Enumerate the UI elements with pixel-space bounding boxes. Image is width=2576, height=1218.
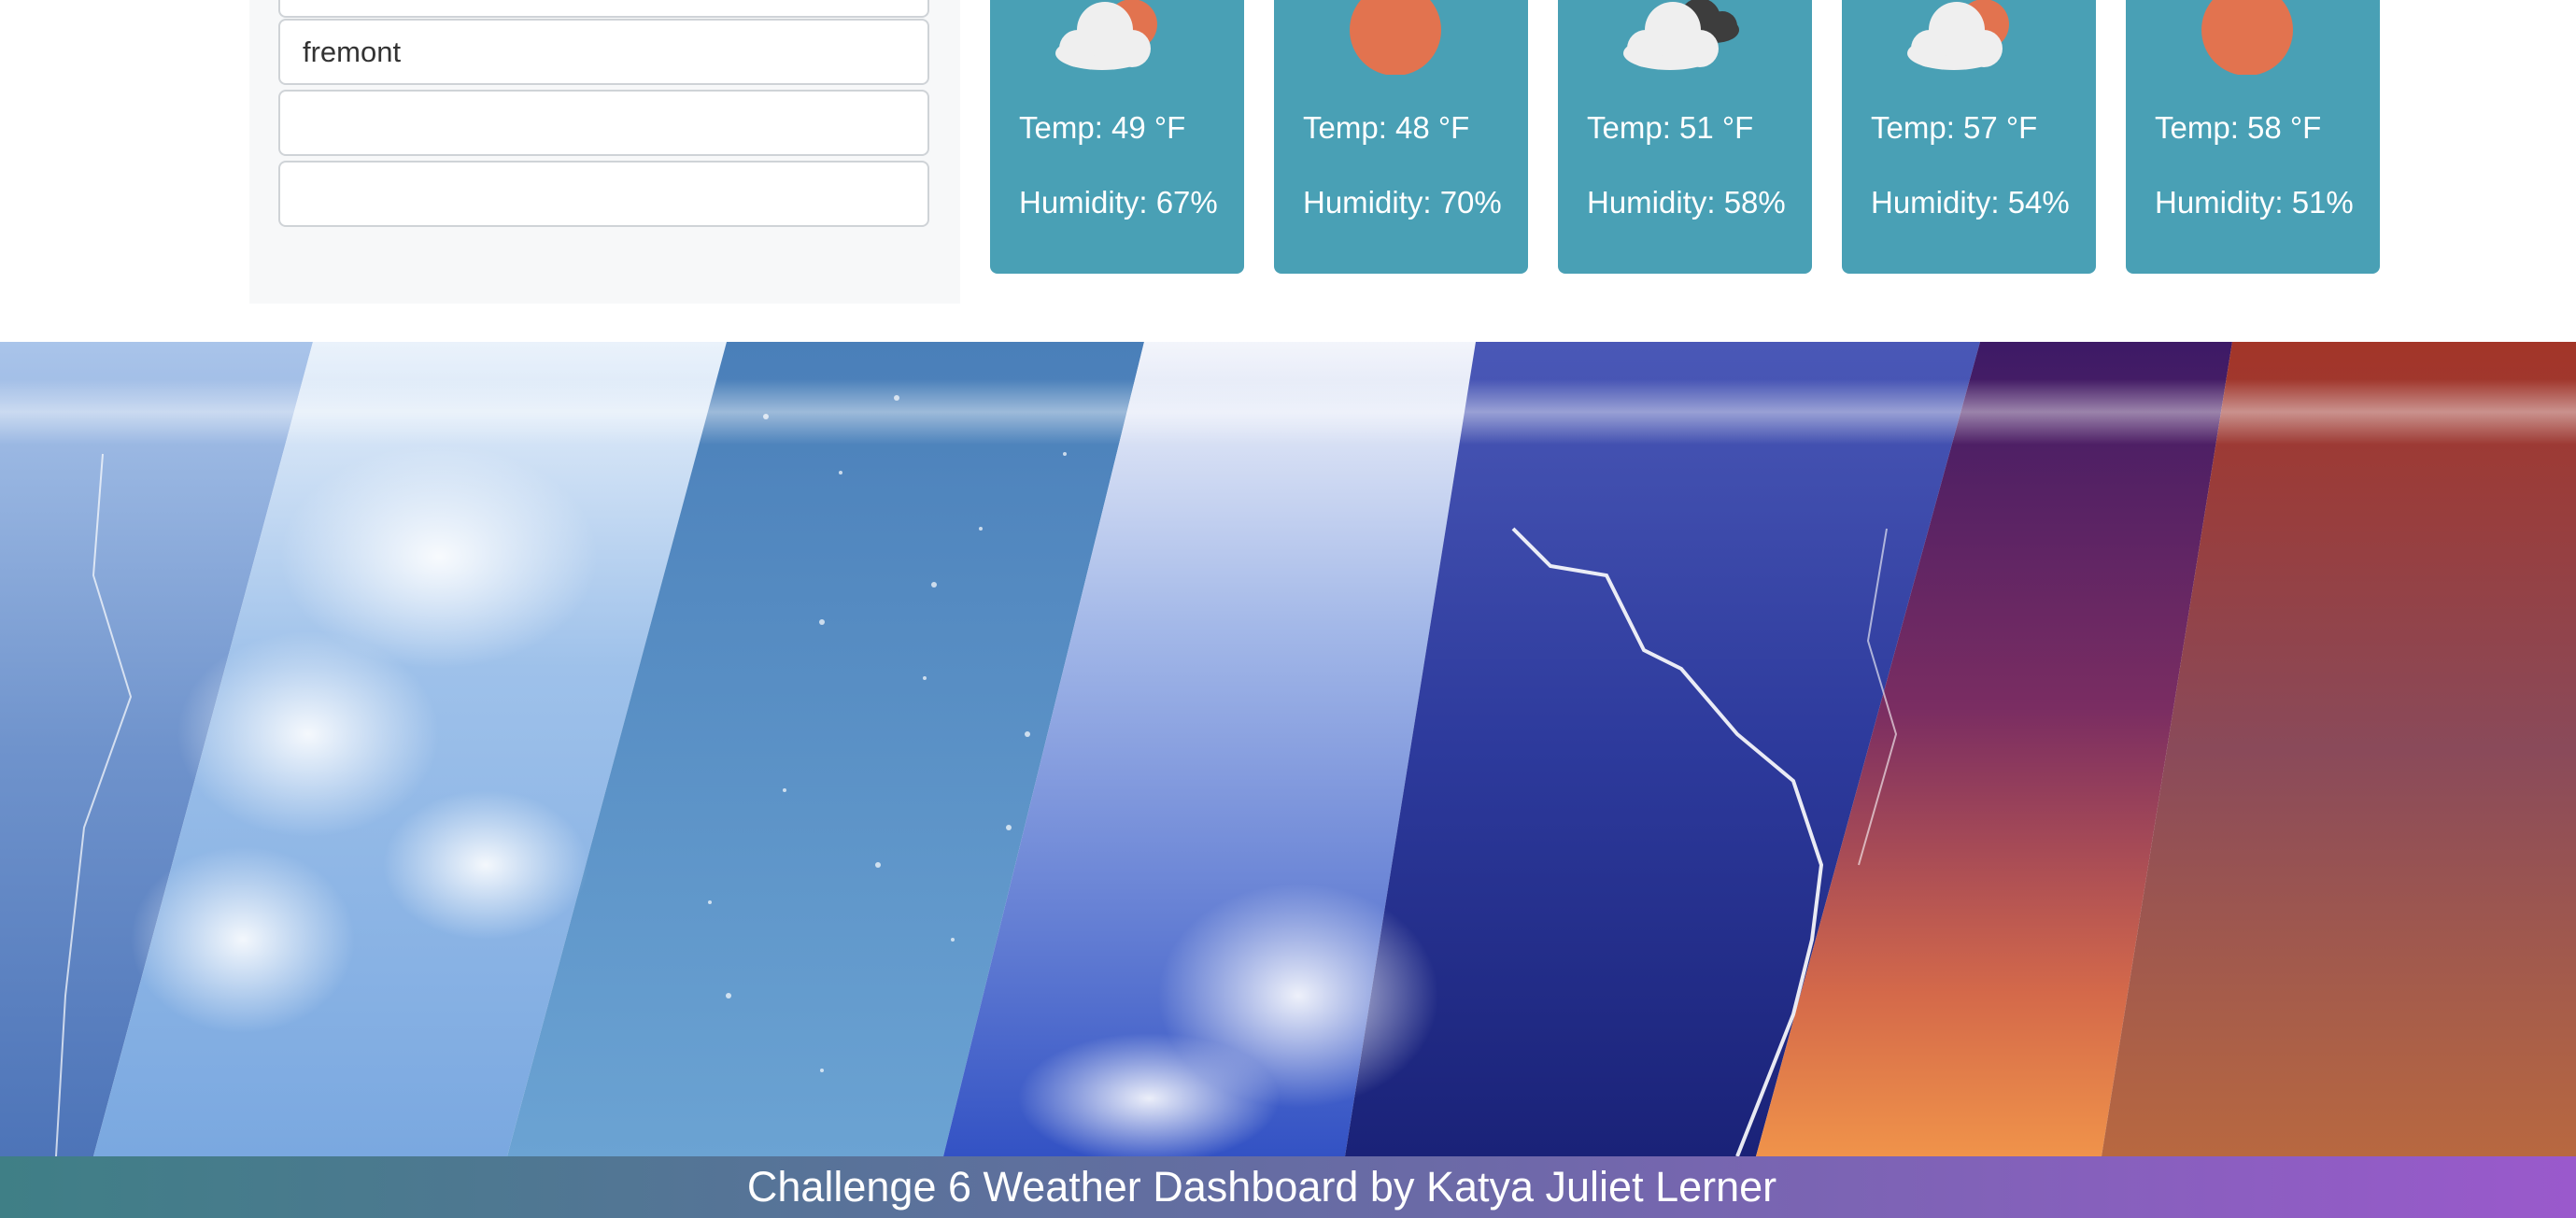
forecast-card-day-4: Temp: 57 °F Humidity: 54% — [1842, 0, 2096, 274]
forecast-humidity: Humidity: 51% — [2155, 185, 2354, 220]
weather-collage-image — [0, 342, 2576, 1156]
partly-cloudy-icon — [1055, 0, 1157, 70]
forecast-temp: Temp: 48 °F — [1303, 110, 1470, 145]
forecast-temp: Temp: 57 °F — [1871, 110, 2038, 145]
sun-icon — [1350, 0, 1441, 75]
forecast-card-day-5: Temp: 58 °F Humidity: 51% — [2126, 0, 2380, 274]
forecast-temp: Temp: 49 °F — [1019, 110, 1186, 145]
history-entry-1[interactable] — [278, 0, 929, 18]
forecast-card-day-3: Temp: 51 °F Humidity: 58% — [1558, 0, 1812, 274]
footer: Challenge 6 Weather Dashboard by Katya J… — [0, 1156, 2576, 1218]
forecast-temp: Temp: 51 °F — [1587, 110, 1754, 145]
history-entry-2[interactable] — [278, 19, 929, 85]
history-entry-3[interactable] — [278, 90, 929, 156]
forecast-humidity: Humidity: 58% — [1587, 185, 1786, 220]
top-area: Temp: 49 °F Humidity: 67% Temp: 48 °F Hu… — [0, 0, 2576, 342]
weather-collage-banner — [0, 342, 2576, 1156]
forecast-humidity: Humidity: 67% — [1019, 185, 1218, 220]
forecast-humidity: Humidity: 54% — [1871, 185, 2070, 220]
forecast-temp: Temp: 58 °F — [2155, 110, 2322, 145]
forecast-card-day-1: Temp: 49 °F Humidity: 67% — [990, 0, 1244, 274]
cloudy-icon — [1623, 0, 1739, 70]
history-entry-4[interactable] — [278, 161, 929, 227]
partly-cloudy-icon — [1907, 0, 2009, 70]
forecast-humidity: Humidity: 70% — [1303, 185, 1502, 220]
sun-icon — [2201, 0, 2293, 75]
search-history-panel — [249, 0, 960, 304]
footer-credit: Challenge 6 Weather Dashboard by Katya J… — [746, 1163, 1777, 1211]
forecast-card-day-2: Temp: 48 °F Humidity: 70% — [1274, 0, 1528, 274]
